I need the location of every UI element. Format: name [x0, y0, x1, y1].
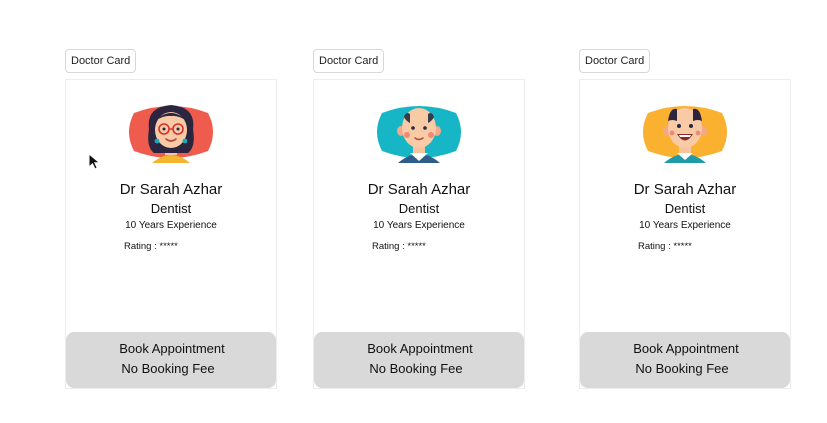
mouse-pointer-icon	[88, 153, 101, 170]
doctor-specialty: Dentist	[398, 201, 440, 216]
bald-male-doctor-avatar-icon	[377, 106, 461, 163]
smiling-male-doctor-avatar-icon	[643, 106, 727, 163]
female-doctor-avatar-icon	[129, 105, 213, 163]
book-appointment-label: Book Appointment	[367, 341, 473, 356]
book-appointment-button[interactable]: Book Appointment No Booking Fee	[580, 332, 790, 388]
frame-label[interactable]: Doctor Card	[65, 49, 137, 73]
canvas: Doctor Card Dr Sarah Azhar Dentist 10 Ye…	[0, 0, 827, 423]
doctor-experience: 10 Years Experience	[125, 220, 217, 231]
booking-fee-label: No Booking Fee	[369, 361, 463, 376]
doctor-experience: 10 Years Experience	[639, 220, 731, 231]
booking-fee-label: No Booking Fee	[121, 361, 215, 376]
doctor-rating: Rating : *****	[372, 241, 426, 252]
frame-label[interactable]: Doctor Card	[579, 49, 651, 73]
doctor-rating: Rating : *****	[124, 241, 178, 252]
doctor-experience: 10 Years Experience	[373, 220, 465, 231]
doctor-name: Dr Sarah Azhar	[367, 181, 471, 198]
book-appointment-button[interactable]: Book Appointment No Booking Fee	[66, 332, 276, 388]
booking-fee-label: No Booking Fee	[635, 361, 729, 376]
doctor-card: Dr Sarah Azhar Dentist 10 Years Experien…	[579, 79, 791, 389]
book-appointment-label: Book Appointment	[119, 341, 225, 356]
doctor-card: Dr Sarah Azhar Dentist 10 Years Experien…	[313, 79, 525, 389]
book-appointment-label: Book Appointment	[633, 341, 739, 356]
doctor-specialty: Dentist	[664, 201, 706, 216]
frame-label[interactable]: Doctor Card	[313, 49, 385, 73]
doctor-specialty: Dentist	[150, 201, 192, 216]
doctor-name: Dr Sarah Azhar	[119, 181, 223, 198]
book-appointment-button[interactable]: Book Appointment No Booking Fee	[314, 332, 524, 388]
doctor-name: Dr Sarah Azhar	[633, 181, 737, 198]
doctor-card: Dr Sarah Azhar Dentist 10 Years Experien…	[65, 79, 277, 389]
doctor-rating: Rating : *****	[638, 241, 692, 252]
